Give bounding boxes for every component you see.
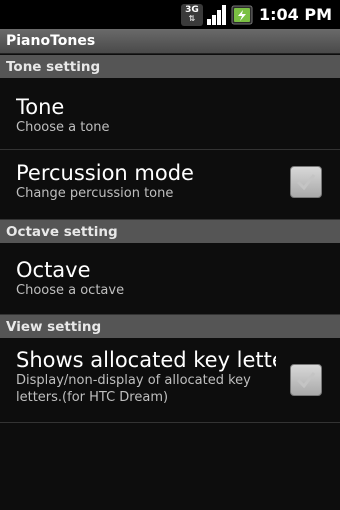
app-title-bar: PianoTones — [0, 29, 340, 54]
pref-shows-key-letters[interactable]: Shows allocated key letters Display/non-… — [0, 338, 340, 423]
pref-tone-title: Tone — [16, 95, 65, 119]
signal-icon — [206, 4, 228, 26]
status-bar: 3G ⇅ 1:04 PM — [0, 0, 340, 29]
check-icon — [296, 372, 316, 389]
pref-letters-summary: Display/non-display of allocated key let… — [16, 373, 251, 405]
pref-letters-title: Shows allocated key letters — [16, 348, 276, 372]
pref-octave-summary: Choose a octave — [16, 283, 125, 298]
app-title: PianoTones — [6, 33, 96, 49]
pref-octave[interactable]: Octave Choose a octave — [0, 243, 340, 315]
pref-tone[interactable]: Tone Choose a tone — [0, 78, 340, 150]
pref-tone-summary: Choose a tone — [16, 120, 110, 135]
pref-octave-title: Octave — [16, 258, 91, 282]
network-3g-icon: 3G ⇅ — [180, 3, 203, 26]
key-letters-checkbox[interactable] — [290, 364, 322, 396]
section-header-view: View setting — [0, 315, 340, 338]
percussion-checkbox[interactable] — [290, 166, 322, 198]
preference-list: Tone setting Tone Choose a tone Percussi… — [0, 55, 340, 423]
section-header-octave: Octave setting — [0, 220, 340, 243]
battery-charging-icon — [231, 4, 253, 26]
status-clock: 1:04 PM — [258, 5, 332, 24]
pref-percussion-mode[interactable]: Percussion mode Change percussion tone — [0, 150, 340, 220]
check-icon — [296, 174, 316, 191]
section-header-tone: Tone setting — [0, 55, 340, 78]
